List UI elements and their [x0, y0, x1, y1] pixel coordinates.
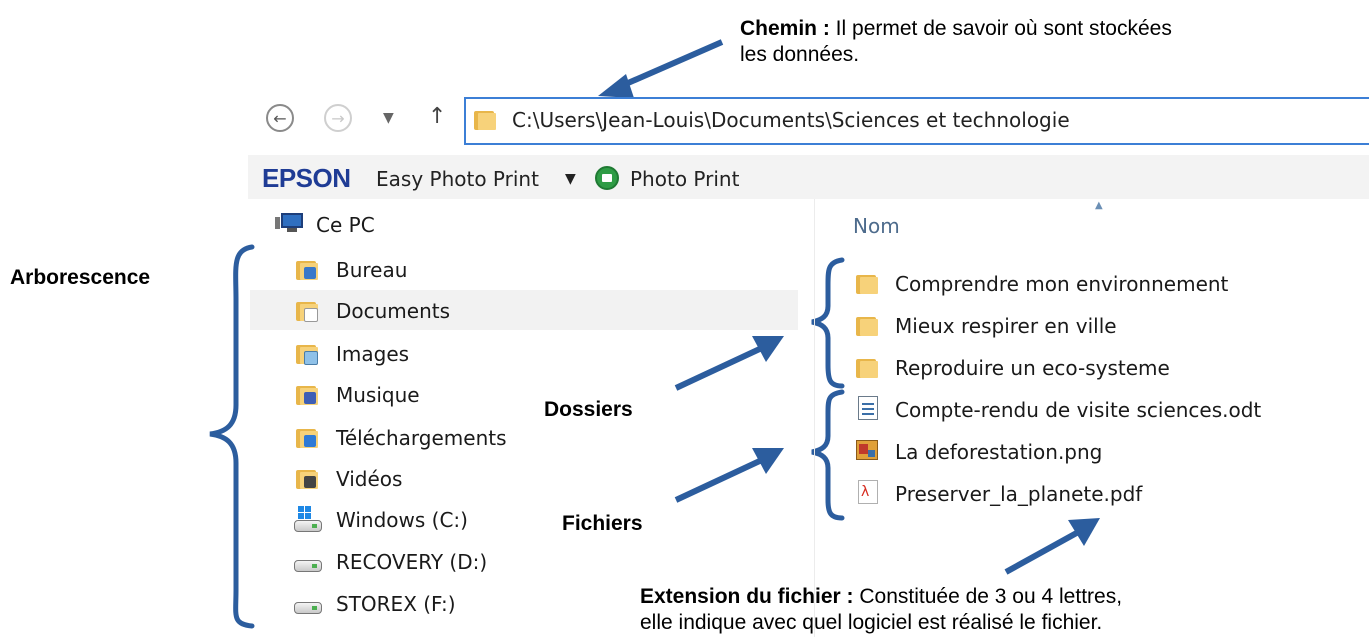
- music-folder-icon: [296, 383, 318, 405]
- address-folder-icon: [474, 108, 496, 130]
- chevron-down-icon[interactable]: ▼: [565, 171, 576, 187]
- downloads-folder-icon: [296, 426, 318, 448]
- computer-icon: [275, 213, 305, 235]
- desktop-folder-icon: [296, 258, 318, 280]
- epson-brand: EPSON: [262, 163, 351, 193]
- dossiers-arrow: [674, 343, 768, 391]
- png-file-icon: [856, 440, 878, 460]
- forward-arrow-icon[interactable]: →: [324, 104, 352, 132]
- folder-icon: [856, 314, 878, 336]
- back-arrow-icon[interactable]: ←: [266, 104, 294, 132]
- file-item-deforestation[interactable]: La deforestation.png: [895, 440, 1102, 464]
- images-folder-icon: [296, 342, 318, 365]
- pdf-file-icon: λ: [858, 480, 878, 504]
- file-item-compte-rendu[interactable]: Compte-rendu de visite sciences.odt: [895, 398, 1261, 422]
- photo-print-button[interactable]: Photo Print: [630, 167, 739, 191]
- folder-item-comprendre[interactable]: Comprendre mon environnement: [895, 272, 1228, 296]
- folder-item-reproduire[interactable]: Reproduire un eco-systeme: [895, 356, 1170, 380]
- tree-item-telechargements[interactable]: Téléchargements: [336, 426, 507, 450]
- dossiers-brace: [811, 257, 845, 389]
- tree-item-musique[interactable]: Musique: [336, 383, 420, 407]
- pane-divider: [814, 199, 815, 637]
- drive-icon: [294, 602, 322, 614]
- folder-icon: [856, 356, 878, 378]
- recent-locations-chevron-icon[interactable]: ▼: [383, 110, 394, 126]
- tree-item-images[interactable]: Images: [336, 342, 409, 366]
- videos-folder-icon: [296, 467, 318, 489]
- file-item-preserver[interactable]: Preserver_la_planete.pdf: [895, 482, 1142, 506]
- up-arrow-icon[interactable]: ↑: [428, 104, 446, 129]
- windows-drive-icon: [294, 506, 324, 532]
- odt-file-icon: [858, 396, 878, 420]
- chemin-arrowhead: [598, 74, 634, 98]
- arborescence-brace: [209, 244, 255, 629]
- photo-print-icon[interactable]: [595, 166, 619, 190]
- folder-item-mieux-respirer[interactable]: Mieux respirer en ville: [895, 314, 1117, 338]
- documents-folder-icon: [296, 299, 318, 322]
- tree-item-videos[interactable]: Vidéos: [336, 467, 402, 491]
- folder-icon: [856, 272, 878, 294]
- tree-item-recovery-d[interactable]: RECOVERY (D:): [336, 550, 487, 574]
- sort-ascending-icon: ▲: [1095, 200, 1103, 211]
- tree-selected-highlight: [250, 290, 798, 330]
- tree-item-windows-c[interactable]: Windows (C:): [336, 508, 468, 532]
- fichiers-brace: [811, 389, 845, 521]
- tree-item-bureau[interactable]: Bureau: [336, 258, 407, 282]
- tree-item-ce-pc[interactable]: Ce PC: [316, 213, 375, 237]
- easy-photo-print-button[interactable]: Easy Photo Print: [376, 167, 539, 191]
- address-path[interactable]: C:\Users\Jean-Louis\Documents\Sciences e…: [512, 108, 1070, 132]
- drive-icon: [294, 560, 322, 572]
- column-header-nom[interactable]: Nom: [853, 214, 900, 238]
- tree-item-documents[interactable]: Documents: [336, 299, 450, 323]
- extension-arrow: [1004, 527, 1084, 575]
- fichiers-arrow: [674, 455, 768, 503]
- tree-item-storex-f[interactable]: STOREX (F:): [336, 592, 456, 616]
